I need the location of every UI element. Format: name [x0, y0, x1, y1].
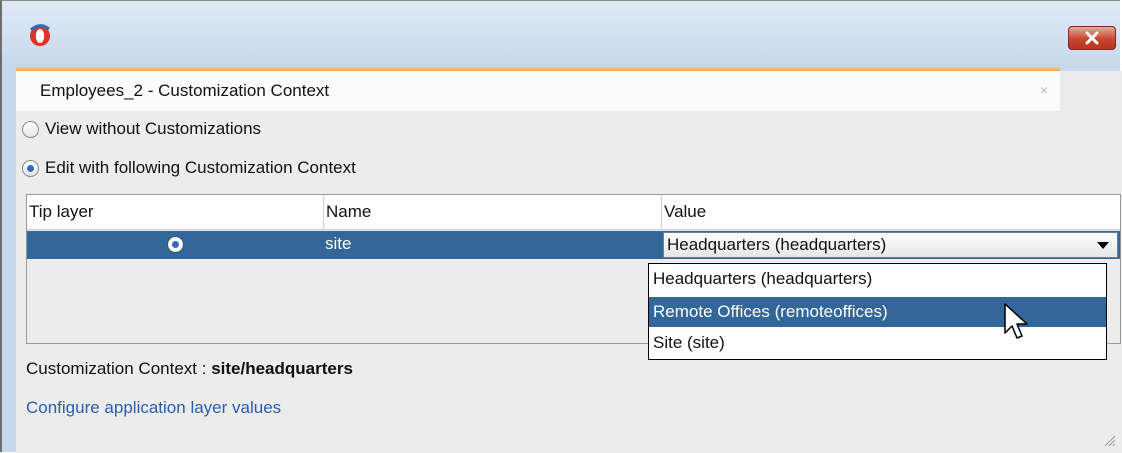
status-value: site/headquarters — [211, 359, 353, 378]
dropdown-option-remote-offices[interactable]: Remote Offices (remoteoffices) — [649, 297, 1106, 327]
mouse-pointer-icon — [1004, 303, 1028, 339]
window-close-button[interactable] — [1068, 26, 1116, 50]
radio-button-unchecked[interactable] — [22, 120, 39, 138]
tip-layer-radio[interactable] — [167, 236, 184, 253]
panel-close-button[interactable]: × — [1040, 82, 1048, 98]
view-without-label: View without Customizations — [45, 119, 262, 138]
layer-name-cell: site — [325, 234, 352, 253]
configure-layer-values-link[interactable]: Configure application layer values — [26, 398, 281, 418]
close-icon — [1085, 31, 1099, 45]
customization-context-window: Employees_2 - Customization Context × Vi… — [0, 0, 1122, 453]
view-without-customizations-option[interactable]: View without Customizations — [22, 119, 261, 139]
panel-header: Employees_2 - Customization Context × — [16, 71, 1060, 111]
column-header-value[interactable]: Value — [662, 195, 1120, 230]
radio-button-checked[interactable] — [22, 159, 39, 177]
edit-with-label: Edit with following Customization Contex… — [45, 158, 356, 177]
column-header-tip-layer[interactable]: Tip layer — [27, 195, 324, 230]
dropdown-option-site[interactable]: Site (site) — [649, 328, 1106, 358]
title-bar[interactable] — [2, 1, 1120, 67]
resize-grip-icon[interactable] — [1102, 433, 1116, 447]
value-dropdown-list: Headquarters (headquarters) Remote Offic… — [648, 263, 1107, 360]
layer-value-select[interactable]: Headquarters (headquarters) — [663, 232, 1118, 258]
app-logo-icon — [30, 24, 50, 46]
column-header-name[interactable]: Name — [324, 195, 662, 230]
table-row[interactable]: site Headquarters (headquarters) — [27, 231, 1120, 259]
customization-context-status: Customization Context : site/headquarter… — [26, 359, 353, 379]
edit-with-context-option[interactable]: Edit with following Customization Contex… — [22, 158, 356, 178]
status-label: Customization Context : — [26, 359, 212, 378]
dialog-content: Employees_2 - Customization Context × Vi… — [16, 71, 1122, 453]
dropdown-arrow-icon[interactable] — [1097, 242, 1109, 249]
selected-value-text: Headquarters (headquarters) — [667, 235, 887, 254]
dropdown-option-headquarters[interactable]: Headquarters (headquarters) — [649, 264, 1106, 294]
panel-title: Employees_2 - Customization Context — [40, 81, 330, 100]
